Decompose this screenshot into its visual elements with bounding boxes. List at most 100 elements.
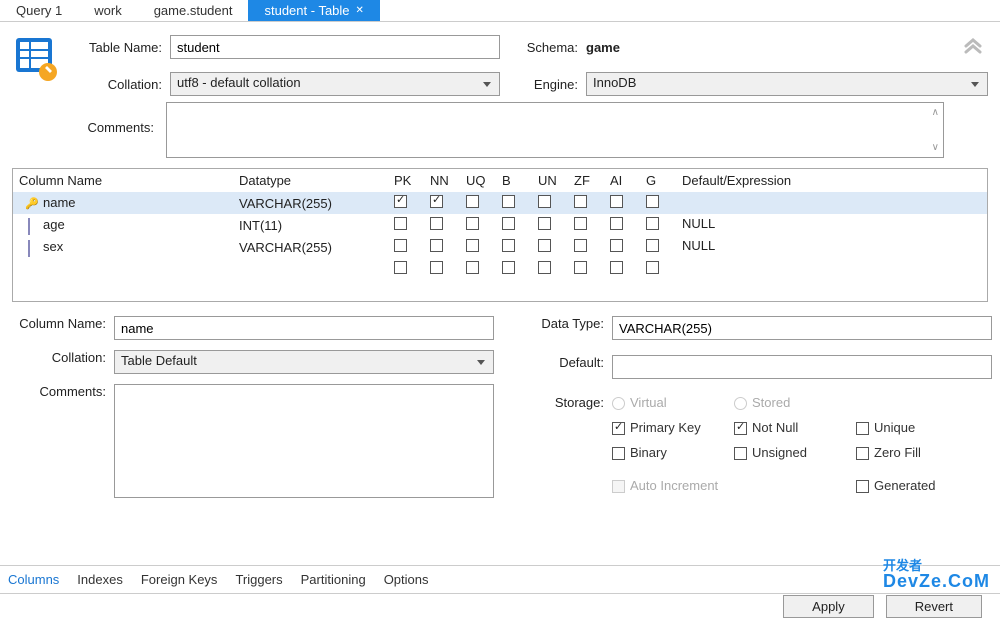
- col-header-pk[interactable]: PK: [394, 173, 430, 188]
- column-name-cell[interactable]: 🔑name: [19, 195, 239, 211]
- col-header-un[interactable]: UN: [538, 173, 574, 188]
- un-checkbox[interactable]: [538, 239, 551, 252]
- uq-checkbox[interactable]: [466, 261, 479, 274]
- datatype-cell[interactable]: INT(11): [239, 218, 394, 233]
- collapse-icon[interactable]: [958, 32, 988, 62]
- btab-triggers[interactable]: Triggers: [235, 572, 282, 587]
- zerofill-checkbox[interactable]: [856, 447, 869, 460]
- column-name-cell[interactable]: sex: [19, 239, 239, 255]
- detail-collation-select[interactable]: Table Default: [114, 350, 494, 374]
- uq-checkbox[interactable]: [466, 239, 479, 252]
- zf-checkbox[interactable]: [574, 261, 587, 274]
- ai-checkbox[interactable]: [610, 261, 623, 274]
- tab-query1[interactable]: Query 1: [0, 0, 78, 21]
- btab-options[interactable]: Options: [384, 572, 429, 587]
- g-checkbox[interactable]: [646, 261, 659, 274]
- ai-checkbox[interactable]: [610, 239, 623, 252]
- primarykey-label: Primary Key: [630, 420, 701, 435]
- col-header-nn[interactable]: NN: [430, 173, 466, 188]
- notnull-checkbox[interactable]: [734, 422, 747, 435]
- pk-checkbox[interactable]: [394, 239, 407, 252]
- detail-datatype-input[interactable]: [612, 316, 992, 340]
- comments-label: Comments:: [70, 102, 154, 135]
- comments-row: Comments: ∧ ∨: [0, 100, 1000, 168]
- detail-comments-label: Comments:: [12, 384, 106, 399]
- generated-checkbox[interactable]: [856, 480, 869, 493]
- detail-comments-textarea[interactable]: [114, 384, 494, 498]
- editor-bottom-tabs: Columns Indexes Foreign Keys Triggers Pa…: [0, 565, 1000, 594]
- b-checkbox[interactable]: [502, 195, 515, 208]
- un-checkbox[interactable]: [538, 195, 551, 208]
- detail-default-input[interactable]: [612, 355, 992, 379]
- un-checkbox[interactable]: [538, 217, 551, 230]
- collation-select[interactable]: utf8 - default collation: [170, 72, 500, 96]
- detail-colname-input[interactable]: [114, 316, 494, 340]
- tab-game-student[interactable]: game.student: [138, 0, 249, 21]
- default-value[interactable]: NULL: [682, 216, 975, 234]
- col-header-default[interactable]: Default/Expression: [682, 173, 981, 188]
- table-row[interactable]: ageINT(11) NULL: [13, 214, 987, 236]
- pk-checkbox[interactable]: [394, 261, 407, 274]
- grid-empty-row[interactable]: [13, 258, 987, 280]
- col-header-uq[interactable]: UQ: [466, 173, 502, 188]
- column-name-cell[interactable]: age: [19, 217, 239, 233]
- zf-checkbox[interactable]: [574, 195, 587, 208]
- col-header-b[interactable]: B: [502, 173, 538, 188]
- table-row[interactable]: 🔑nameVARCHAR(255): [13, 192, 987, 214]
- datatype-cell[interactable]: VARCHAR(255): [239, 196, 394, 211]
- nn-checkbox[interactable]: [430, 217, 443, 230]
- default-value[interactable]: NULL: [682, 238, 975, 256]
- diamond-icon: [25, 241, 39, 255]
- primarykey-checkbox[interactable]: [612, 422, 625, 435]
- columns-grid: Column Name Datatype PK NN UQ B UN ZF AI…: [12, 168, 988, 302]
- col-header-g[interactable]: G: [646, 173, 682, 188]
- datatype-cell[interactable]: VARCHAR(255): [239, 240, 394, 255]
- footer-buttons: Apply Revert: [765, 593, 1000, 622]
- b-checkbox[interactable]: [502, 261, 515, 274]
- g-checkbox[interactable]: [646, 195, 659, 208]
- col-header-ai[interactable]: AI: [610, 173, 646, 188]
- comments-textarea[interactable]: ∧ ∨: [166, 102, 944, 158]
- uq-checkbox[interactable]: [466, 195, 479, 208]
- scroll-up-icon[interactable]: ∧: [932, 107, 939, 118]
- uq-checkbox[interactable]: [466, 217, 479, 230]
- b-checkbox[interactable]: [502, 217, 515, 230]
- zf-checkbox[interactable]: [574, 217, 587, 230]
- apply-button[interactable]: Apply: [783, 595, 874, 618]
- table-name-input[interactable]: [170, 35, 500, 59]
- tab-work[interactable]: work: [78, 0, 137, 21]
- engine-label: Engine:: [508, 77, 578, 92]
- binary-checkbox[interactable]: [612, 447, 625, 460]
- b-checkbox[interactable]: [502, 239, 515, 252]
- close-icon[interactable]: ✕: [356, 5, 364, 16]
- g-checkbox[interactable]: [646, 239, 659, 252]
- zerofill-label: Zero Fill: [874, 445, 921, 460]
- tab-student-table[interactable]: student - Table ✕: [248, 0, 379, 21]
- unsigned-checkbox[interactable]: [734, 447, 747, 460]
- un-checkbox[interactable]: [538, 261, 551, 274]
- engine-select[interactable]: InnoDB: [586, 72, 988, 96]
- table-header: Table Name: Schema: game Collation: utf8…: [0, 22, 1000, 100]
- ai-checkbox[interactable]: [610, 217, 623, 230]
- unique-checkbox[interactable]: [856, 422, 869, 435]
- ai-checkbox[interactable]: [610, 195, 623, 208]
- nn-checkbox[interactable]: [430, 261, 443, 274]
- col-header-name[interactable]: Column Name: [19, 173, 239, 188]
- tab-label: student - Table: [264, 3, 349, 18]
- col-header-datatype[interactable]: Datatype: [239, 173, 394, 188]
- revert-button[interactable]: Revert: [886, 595, 982, 618]
- nn-checkbox[interactable]: [430, 195, 443, 208]
- btab-indexes[interactable]: Indexes: [77, 572, 123, 587]
- btab-partitioning[interactable]: Partitioning: [301, 572, 366, 587]
- default-input[interactable]: [682, 194, 975, 212]
- btab-columns[interactable]: Columns: [8, 572, 59, 587]
- pk-checkbox[interactable]: [394, 195, 407, 208]
- col-header-zf[interactable]: ZF: [574, 173, 610, 188]
- zf-checkbox[interactable]: [574, 239, 587, 252]
- scroll-down-icon[interactable]: ∨: [932, 142, 939, 153]
- g-checkbox[interactable]: [646, 217, 659, 230]
- nn-checkbox[interactable]: [430, 239, 443, 252]
- pk-checkbox[interactable]: [394, 217, 407, 230]
- table-row[interactable]: sexVARCHAR(255) NULL: [13, 236, 987, 258]
- btab-foreignkeys[interactable]: Foreign Keys: [141, 572, 218, 587]
